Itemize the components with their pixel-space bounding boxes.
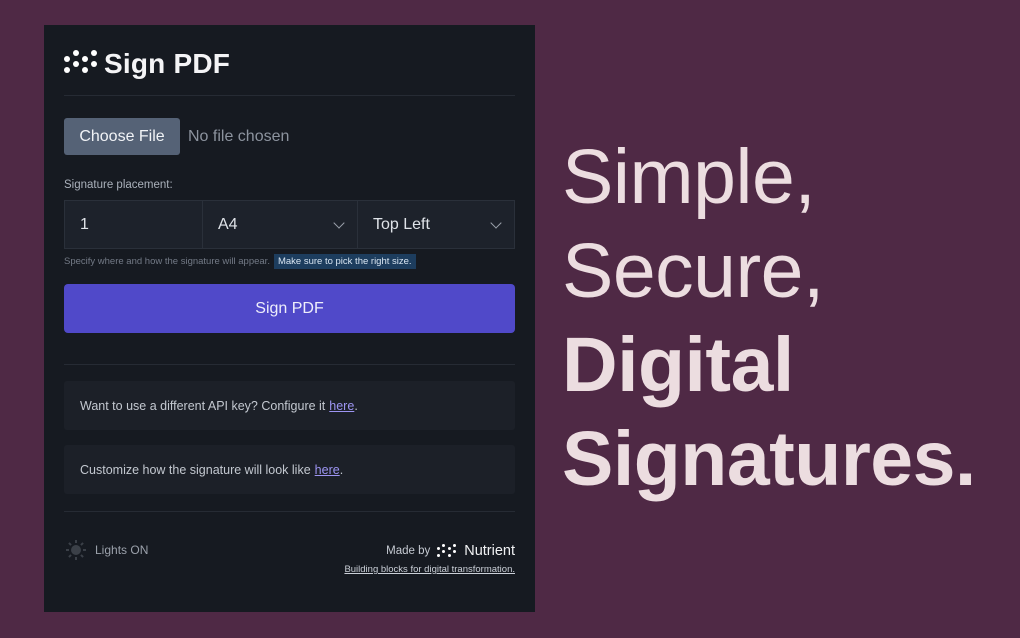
page-size-select[interactable]: A4 <box>203 200 358 249</box>
sun-icon <box>66 540 86 560</box>
choose-file-button[interactable]: Choose File <box>64 118 180 155</box>
page-number-input[interactable]: 1 <box>64 200 203 249</box>
api-key-period: . <box>354 398 358 413</box>
signature-placement-label: Signature placement: <box>64 179 173 191</box>
nutrient-logo-icon <box>437 544 459 558</box>
headline-line-3: Digital <box>562 322 794 408</box>
lights-label: Lights ON <box>95 543 149 557</box>
footer-divider <box>64 511 515 512</box>
made-by-label: Made by <box>386 545 431 557</box>
company-name: Nutrient <box>464 543 515 559</box>
position-select[interactable]: Top Left <box>358 200 515 249</box>
app-header: Sign PDF <box>64 47 230 81</box>
section-divider <box>64 364 515 365</box>
chevron-down-icon <box>333 216 345 229</box>
customize-info-box: Customize how the signature will look li… <box>64 445 515 494</box>
made-by: Made by Nutrient <box>386 543 515 559</box>
signature-placement-controls: 1 A4 Top Left <box>64 200 515 249</box>
chevron-down-icon <box>490 216 502 229</box>
placement-hint-highlight: Make sure to pick the right size. <box>273 254 416 269</box>
lights-toggle[interactable]: Lights ON <box>66 540 148 560</box>
api-key-configure-link[interactable]: here <box>329 399 354 413</box>
customize-period: . <box>339 462 344 477</box>
dots-logo-icon <box>64 50 100 78</box>
headline-line-1: Simple, <box>562 134 816 220</box>
sign-pdf-button[interactable]: Sign PDF <box>64 284 515 333</box>
file-status-text: No file chosen <box>188 127 290 145</box>
extension-panel: Sign PDF Choose File No file chosen Sign… <box>44 25 535 612</box>
company-tagline-link[interactable]: Building blocks for digital transformati… <box>344 564 515 575</box>
customize-link[interactable]: here <box>315 463 340 477</box>
file-input-row: Choose File No file chosen <box>64 118 289 155</box>
placement-hint-text: Specify where and how the signature will… <box>64 256 270 267</box>
app-title: Sign PDF <box>104 48 231 79</box>
api-key-text: Want to use a different API key? Configu… <box>80 398 326 413</box>
page-number-value: 1 <box>80 215 89 233</box>
api-key-info-box: Want to use a different API key? Configu… <box>64 381 515 430</box>
placement-hint: Specify where and how the signature will… <box>64 254 416 269</box>
page-size-value: A4 <box>218 215 238 233</box>
headline-line-2: Secure, <box>562 228 824 314</box>
header-divider <box>64 95 515 96</box>
headline-line-4: Signatures. <box>562 416 976 502</box>
customize-text: Customize how the signature will look li… <box>80 462 311 477</box>
promo-headline: Simple, Secure, Digital Signatures. <box>562 130 976 506</box>
position-value: Top Left <box>373 215 430 233</box>
